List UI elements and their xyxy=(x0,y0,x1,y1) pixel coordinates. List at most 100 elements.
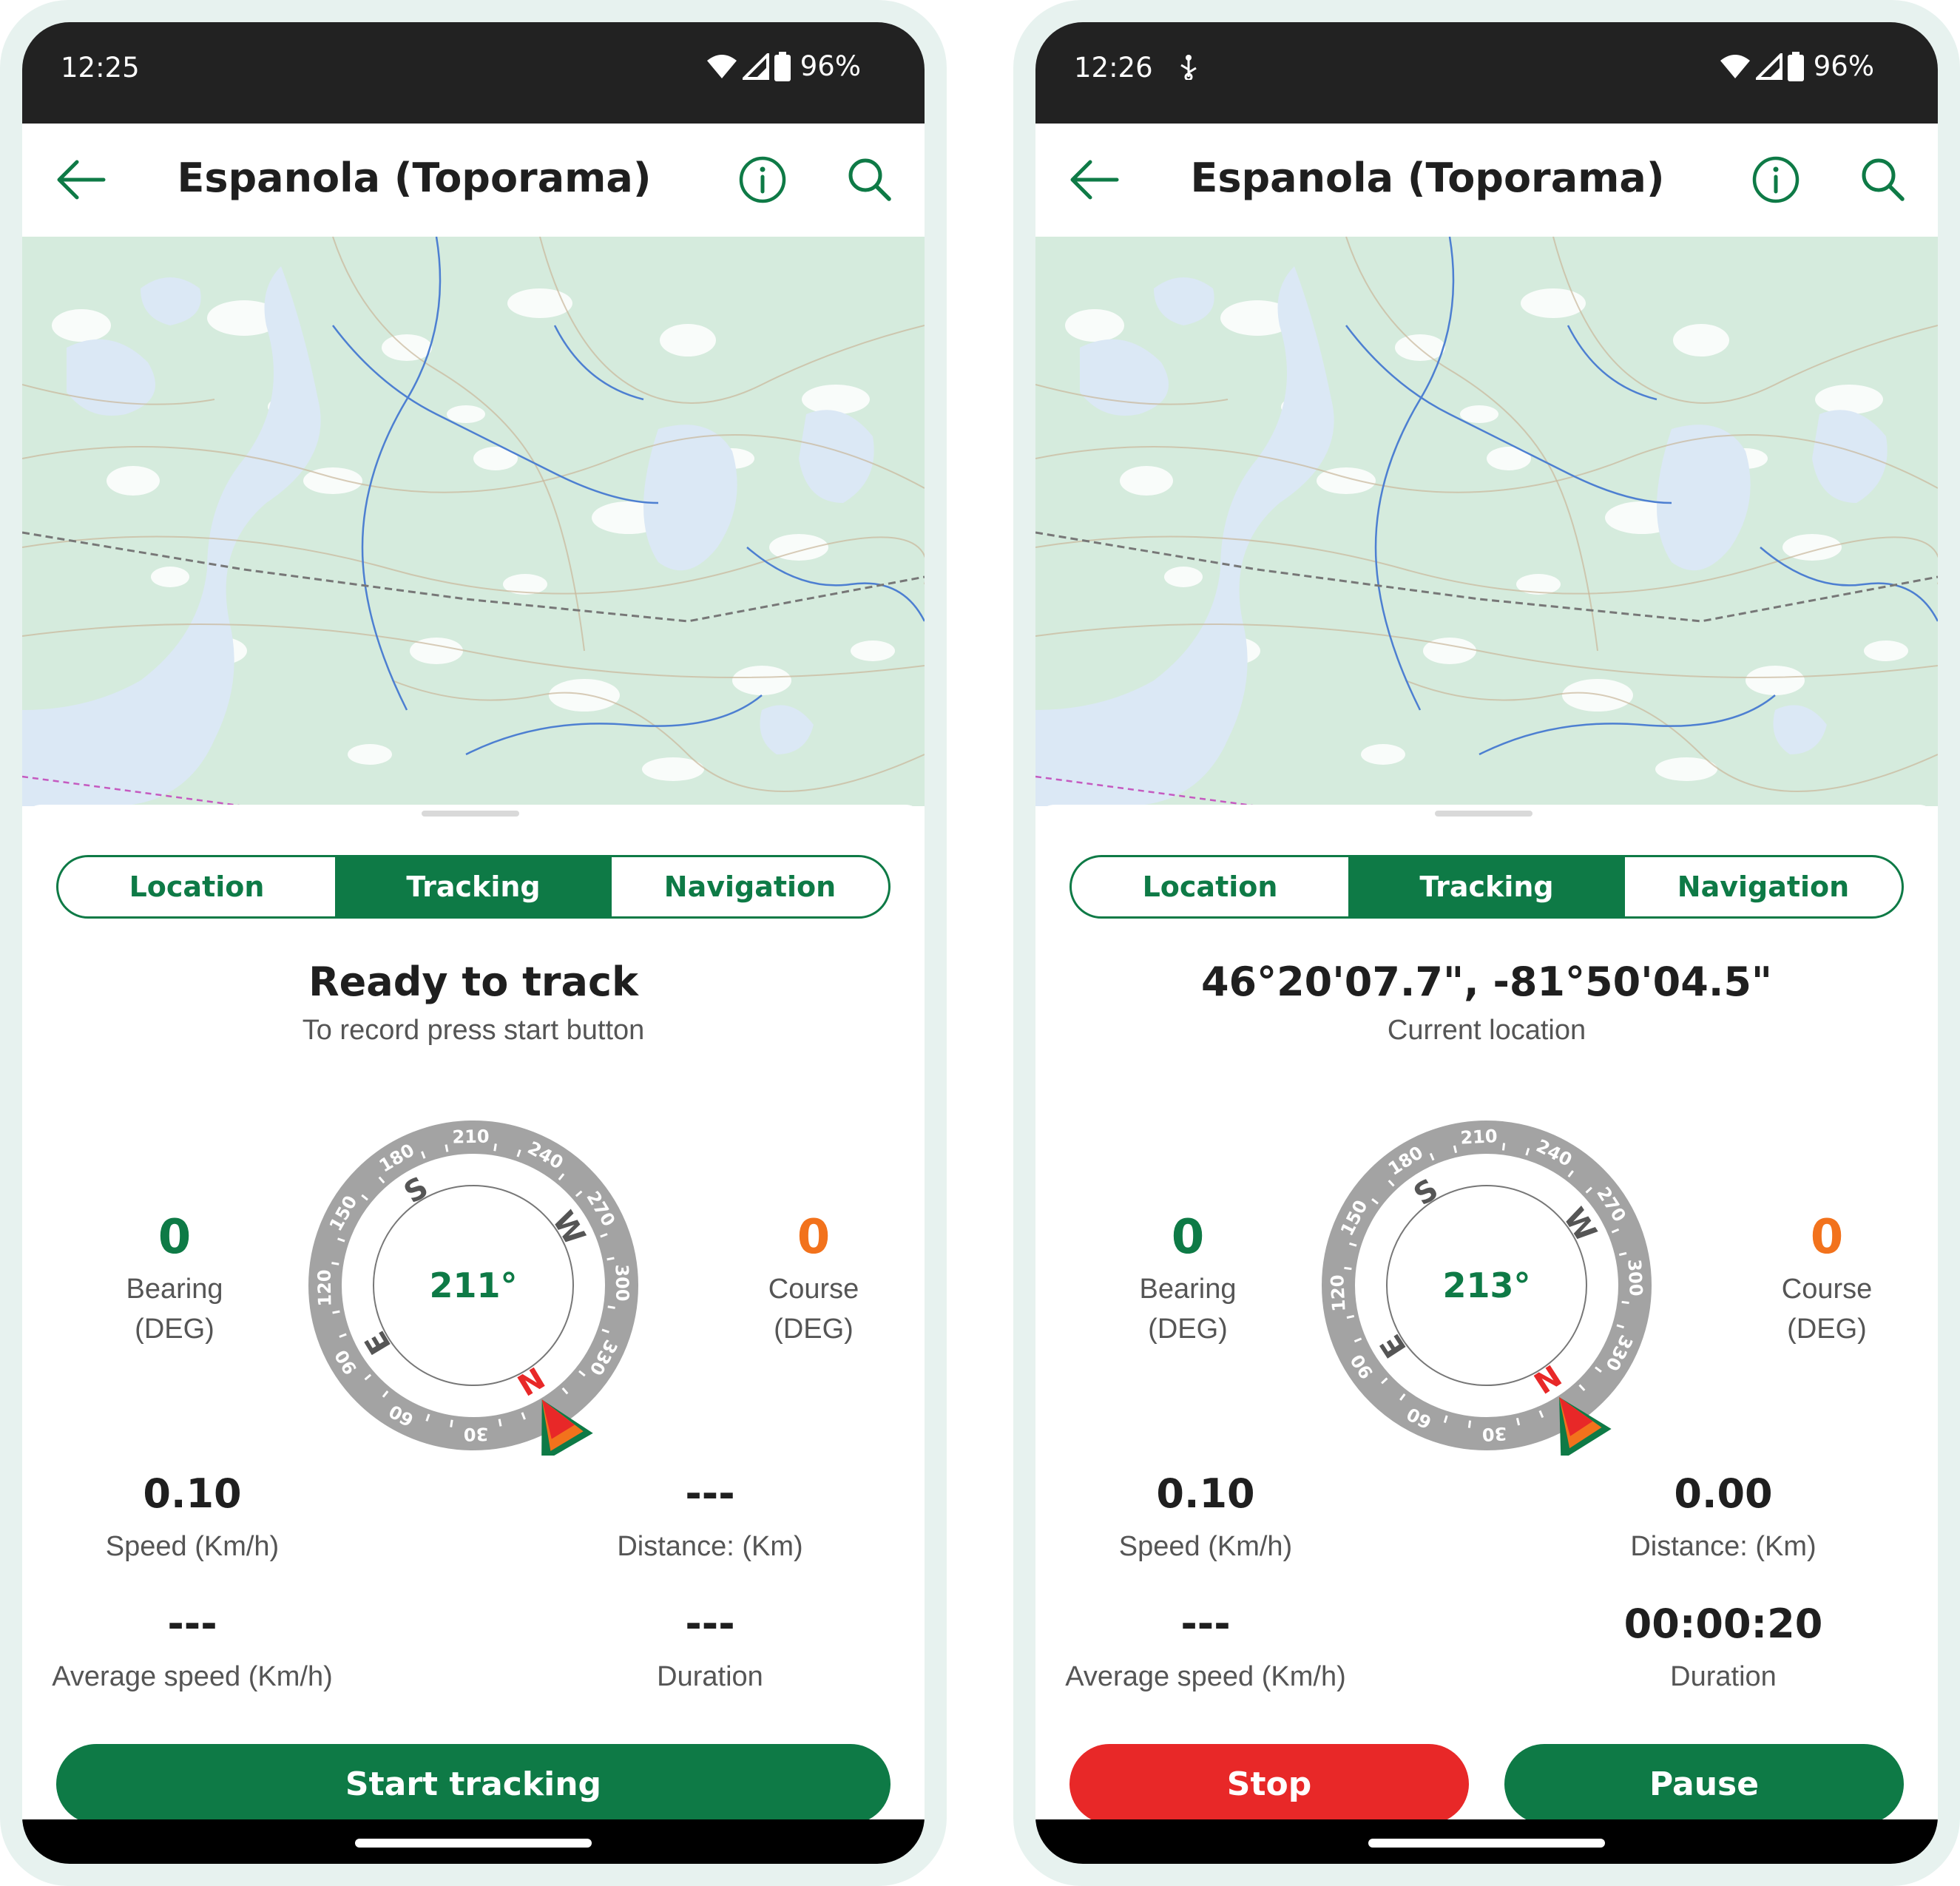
map-clearing xyxy=(1673,324,1729,356)
distance-label: Distance: (Km) xyxy=(1630,1531,1817,1562)
speed-label: Speed (Km/h) xyxy=(1118,1531,1293,1562)
compass-heading: 213° xyxy=(1442,1265,1530,1305)
tracking-headline: Ready to track xyxy=(308,959,638,1005)
map-clearing xyxy=(1395,334,1445,361)
map-clearing xyxy=(1864,641,1908,661)
bearing-label: Bearing (DEG) xyxy=(71,1269,278,1349)
tab-tracking[interactable]: Tracking xyxy=(335,857,612,916)
compass-cardinal-n: N xyxy=(1527,1357,1567,1399)
info-circle-icon[interactable] xyxy=(1749,153,1802,206)
phone-frame-1: 12:25 96% Espanola (Toporama) Location T… xyxy=(0,0,947,1886)
map-clearing xyxy=(802,385,870,414)
bearing-label: Bearing (DEG) xyxy=(1084,1269,1291,1349)
compass-tick xyxy=(1467,1420,1472,1428)
phone-screen-2: 12:26 96% Espanola (Toporama) Location T… xyxy=(1035,22,1938,1864)
compass-cardinal-s: S xyxy=(399,1170,434,1210)
avg-speed-label: Average speed (Km/h) xyxy=(1065,1661,1346,1692)
cell-signal-icon xyxy=(1755,53,1782,80)
usb-debug-icon xyxy=(1180,55,1197,80)
map-clearing xyxy=(447,405,485,423)
page-title: Espanola (Toporama) xyxy=(177,155,652,201)
compass-degree-label: 300 xyxy=(1623,1259,1646,1297)
tracking-sheet: Location Tracking Navigation 46°20'07.7"… xyxy=(1035,805,1938,1844)
map-clearing xyxy=(549,679,620,712)
compass-tick xyxy=(607,1305,615,1309)
map-clearing xyxy=(732,666,791,695)
bearing-label-line1: Bearing xyxy=(1139,1274,1237,1305)
map-clearing xyxy=(851,641,895,661)
tab-location[interactable]: Location xyxy=(58,857,335,916)
course-label-line2: (DEG) xyxy=(774,1314,854,1345)
bearing-label-line2: (DEG) xyxy=(1148,1314,1228,1345)
compass-degree-label: 120 xyxy=(1327,1274,1350,1313)
map-clearing xyxy=(1065,309,1124,342)
search-icon[interactable] xyxy=(843,153,896,206)
home-gesture-bar[interactable] xyxy=(355,1839,592,1848)
distance-label: Distance: (Km) xyxy=(617,1531,803,1562)
compass-tick xyxy=(606,1257,615,1261)
compass-tick xyxy=(331,1262,339,1265)
topographic-map[interactable] xyxy=(1035,237,1938,806)
compass-tick xyxy=(450,1419,453,1427)
cell-signal-icon xyxy=(742,53,769,80)
speed-value: 0.10 xyxy=(1156,1470,1255,1517)
map-clearing xyxy=(1361,744,1405,765)
page-title: Espanola (Toporama) xyxy=(1190,155,1665,201)
current-coordinates: 46°20'07.7", -81°50'04.5" xyxy=(1200,959,1773,1005)
compass-heading: 211° xyxy=(429,1265,517,1305)
battery-percent: 96% xyxy=(1813,50,1874,82)
compass-cardinal-e: E xyxy=(1373,1328,1413,1364)
start-tracking-button[interactable]: Start tracking xyxy=(56,1744,891,1824)
map-clearing xyxy=(107,466,160,496)
tab-navigation[interactable]: Navigation xyxy=(1625,857,1902,916)
app-bar: Espanola (Toporama) xyxy=(1035,124,1938,237)
map-clearing xyxy=(1120,466,1173,496)
bearing-value: 0 xyxy=(158,1210,192,1265)
compass-dial: 306090120150180210240270300330NESW211° xyxy=(308,1121,638,1456)
map-clearing xyxy=(660,324,716,356)
avg-speed-value: --- xyxy=(1180,1601,1231,1647)
duration-label: Duration xyxy=(657,1661,763,1692)
sheet-drag-handle[interactable] xyxy=(1435,811,1532,817)
map-clearing xyxy=(348,744,392,765)
map-clearing xyxy=(473,447,518,470)
current-location-label: Current location xyxy=(1387,1015,1586,1046)
tab-navigation[interactable]: Navigation xyxy=(612,857,888,916)
map-clearing xyxy=(382,334,432,361)
compass-degree-label: 210 xyxy=(1460,1126,1498,1149)
map-clearing xyxy=(1164,567,1203,587)
compass-degree-label: 30 xyxy=(1481,1423,1507,1445)
tab-tracking[interactable]: Tracking xyxy=(1348,857,1625,916)
course-label-line2: (DEG) xyxy=(1787,1314,1867,1345)
tracking-sheet: Location Tracking Navigation Ready to tr… xyxy=(22,805,925,1844)
phone-frame-2: 12:26 96% Espanola (Toporama) Location T… xyxy=(1013,0,1960,1886)
compass-tick xyxy=(1501,1143,1506,1151)
sheet-drag-handle[interactable] xyxy=(422,811,519,817)
map-canvas[interactable] xyxy=(22,237,925,806)
map-clearing xyxy=(1746,666,1805,695)
distance-value: --- xyxy=(685,1470,735,1517)
course-label-line1: Course xyxy=(768,1274,859,1305)
map-clearing xyxy=(1562,679,1633,712)
tab-bar: Location Tracking Navigation xyxy=(1069,855,1904,919)
status-bar: 12:26 96% xyxy=(1035,22,1938,124)
compass-dial: 306090120150180210 240270300330NESW213° xyxy=(1322,1121,1652,1456)
map-clearing xyxy=(1815,385,1883,414)
topographic-map[interactable] xyxy=(22,237,925,806)
home-gesture-bar[interactable] xyxy=(1368,1839,1605,1848)
wifi-icon xyxy=(706,54,737,78)
map-clearing xyxy=(1460,405,1498,423)
compass-degree-label: 120 xyxy=(314,1269,336,1307)
map-clearing xyxy=(151,567,189,587)
search-icon[interactable] xyxy=(1856,153,1910,206)
speed-value: 0.10 xyxy=(143,1470,242,1517)
stop-button[interactable]: Stop xyxy=(1069,1744,1469,1824)
pause-button[interactable]: Pause xyxy=(1504,1744,1904,1824)
tab-location[interactable]: Location xyxy=(1072,857,1348,916)
course-value: 0 xyxy=(797,1210,831,1265)
map-canvas[interactable] xyxy=(1035,237,1938,806)
compass-cardinal-e: E xyxy=(359,1325,399,1360)
info-circle-icon[interactable] xyxy=(736,153,789,206)
system-nav-bar xyxy=(22,1819,925,1864)
compass-cardinal-s: S xyxy=(1408,1172,1444,1212)
